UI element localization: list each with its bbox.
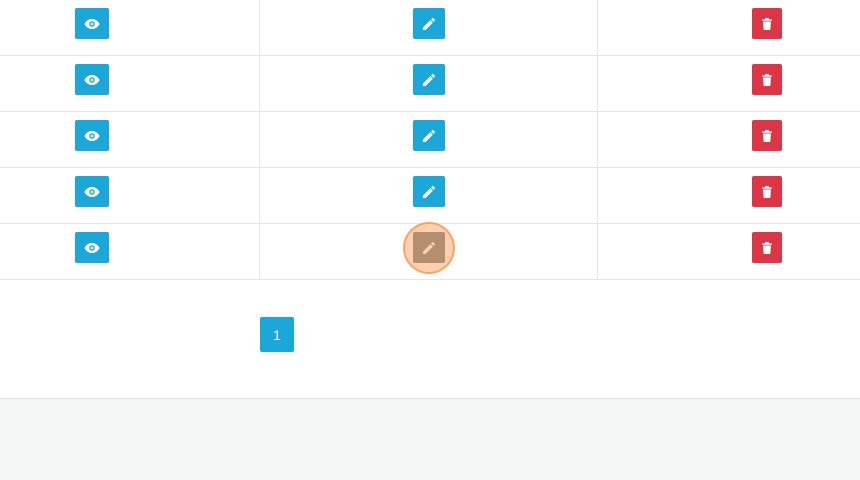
edit-cell [259, 0, 598, 55]
view-button[interactable] [75, 8, 109, 39]
edit-button[interactable] [413, 120, 445, 151]
view-button[interactable] [75, 232, 109, 263]
pencil-icon [423, 17, 436, 30]
view-cell [0, 112, 259, 167]
eye-icon [84, 186, 100, 197]
pencil-icon [423, 185, 436, 198]
eye-icon [84, 130, 100, 141]
delete-button[interactable] [752, 64, 782, 95]
trash-icon [762, 129, 772, 142]
trash-icon [762, 241, 772, 254]
pencil-icon [423, 129, 436, 142]
edit-button[interactable] [413, 8, 445, 39]
pencil-icon [423, 73, 436, 86]
delete-button[interactable] [752, 120, 782, 151]
trash-icon [762, 17, 772, 30]
view-button[interactable] [75, 120, 109, 151]
delete-button[interactable] [752, 8, 782, 39]
pagination-page-button[interactable]: 1 [260, 317, 294, 352]
delete-button[interactable] [752, 176, 782, 207]
pencil-icon [423, 241, 436, 254]
delete-button[interactable] [752, 232, 782, 263]
edit-cell [259, 56, 598, 111]
records-table [0, 0, 860, 280]
trash-icon [762, 73, 772, 86]
table-row [0, 0, 860, 56]
edit-button[interactable] [413, 176, 445, 207]
delete-cell [597, 168, 860, 223]
table-card: 1 [0, 0, 860, 399]
table-row [0, 56, 860, 112]
eye-icon [84, 242, 100, 253]
eye-icon [84, 74, 100, 85]
view-cell [0, 224, 259, 279]
edit-button-active[interactable] [413, 232, 445, 263]
view-cell [0, 0, 259, 55]
trash-icon [762, 185, 772, 198]
edit-button[interactable] [413, 64, 445, 95]
delete-cell [597, 224, 860, 279]
view-cell [0, 56, 259, 111]
table-row [0, 224, 860, 280]
delete-cell [597, 112, 860, 167]
view-button[interactable] [75, 176, 109, 207]
view-cell [0, 168, 259, 223]
table-row [0, 112, 860, 168]
edit-cell [259, 112, 598, 167]
view-button[interactable] [75, 64, 109, 95]
table-row [0, 168, 860, 224]
delete-cell [597, 56, 860, 111]
edit-cell [259, 224, 598, 279]
eye-icon [84, 18, 100, 29]
delete-cell [597, 0, 860, 55]
edit-cell [259, 168, 598, 223]
